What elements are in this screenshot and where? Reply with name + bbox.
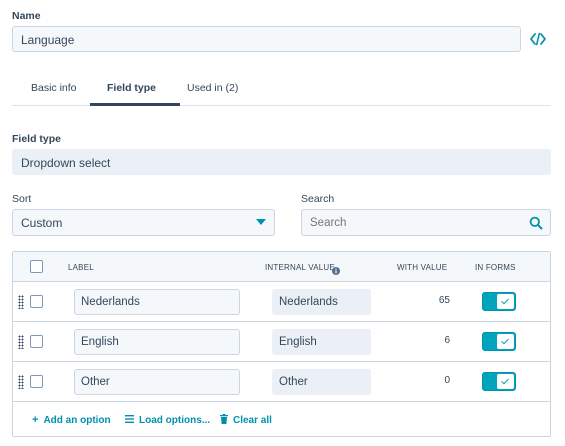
info-icon[interactable] bbox=[332, 262, 340, 275]
load-options-button[interactable]: Load options... bbox=[125, 414, 210, 426]
header-with-value: WITH VALUE bbox=[397, 263, 448, 272]
with-value-count: 6 bbox=[444, 335, 450, 346]
code-icon[interactable] bbox=[529, 30, 547, 48]
table-footer: + Add an option Load options... Clear al… bbox=[13, 402, 550, 436]
tab-basic-info[interactable]: Basic info bbox=[31, 82, 77, 94]
list-icon bbox=[125, 414, 134, 426]
caret-down-icon bbox=[256, 219, 266, 225]
option-internal-value[interactable]: English bbox=[272, 329, 371, 355]
table-row: Nederlands Nederlands 65 bbox=[13, 282, 550, 322]
plus-icon: + bbox=[32, 414, 39, 426]
tab-used-in[interactable]: Used in (2) bbox=[187, 82, 238, 94]
clear-all-button[interactable]: Clear all bbox=[220, 414, 272, 427]
header-label: LABEL bbox=[68, 263, 94, 272]
sort-label: Sort bbox=[12, 193, 32, 205]
trash-icon bbox=[220, 414, 228, 427]
add-option-button[interactable]: + Add an option bbox=[32, 414, 111, 426]
table-row: English English 6 bbox=[13, 322, 550, 362]
field-type-value: Dropdown select bbox=[12, 149, 551, 175]
with-value-count: 0 bbox=[444, 375, 450, 386]
table-header: LABEL INTERNAL VALUE WITH VALUE IN FORMS bbox=[13, 252, 550, 282]
tab-bar: Basic info Field type Used in (2) bbox=[12, 70, 551, 106]
row-checkbox[interactable] bbox=[30, 375, 43, 388]
drag-handle-icon[interactable] bbox=[18, 375, 24, 389]
drag-handle-icon[interactable] bbox=[18, 335, 24, 349]
options-table: LABEL INTERNAL VALUE WITH VALUE IN FORMS… bbox=[12, 251, 551, 437]
search-icon[interactable] bbox=[529, 216, 543, 230]
checkmark-icon bbox=[497, 374, 514, 389]
option-internal-value[interactable]: Other bbox=[272, 369, 371, 395]
load-options-label: Load options... bbox=[139, 414, 211, 426]
option-internal-value[interactable]: Nederlands bbox=[272, 289, 371, 315]
header-internal-value: INTERNAL VALUE bbox=[265, 263, 335, 272]
checkmark-icon bbox=[497, 334, 514, 349]
with-value-count: 65 bbox=[438, 295, 450, 306]
option-label-input[interactable]: Nederlands bbox=[74, 289, 240, 315]
row-checkbox[interactable] bbox=[30, 335, 43, 348]
name-input[interactable]: Language bbox=[12, 26, 521, 52]
search-label: Search bbox=[301, 193, 335, 205]
table-row: Other Other 0 bbox=[13, 362, 550, 402]
sort-select[interactable]: Custom bbox=[12, 209, 275, 236]
in-forms-toggle[interactable] bbox=[482, 372, 516, 391]
add-option-label: Add an option bbox=[43, 414, 111, 426]
active-tab-indicator bbox=[90, 103, 180, 106]
checkmark-icon bbox=[497, 294, 514, 309]
option-label-input[interactable]: Other bbox=[74, 369, 240, 395]
name-label: Name bbox=[12, 10, 41, 22]
search-input[interactable] bbox=[301, 209, 551, 236]
row-checkbox[interactable] bbox=[30, 295, 43, 308]
in-forms-toggle[interactable] bbox=[482, 332, 516, 351]
drag-handle-icon[interactable] bbox=[18, 295, 24, 309]
select-all-checkbox[interactable] bbox=[30, 260, 43, 273]
tab-field-type[interactable]: Field type bbox=[107, 82, 156, 94]
in-forms-toggle[interactable] bbox=[482, 292, 516, 311]
option-label-input[interactable]: English bbox=[74, 329, 240, 355]
header-in-forms: IN FORMS bbox=[475, 263, 516, 272]
clear-all-label: Clear all bbox=[233, 415, 272, 426]
field-type-label: Field type bbox=[12, 133, 62, 145]
